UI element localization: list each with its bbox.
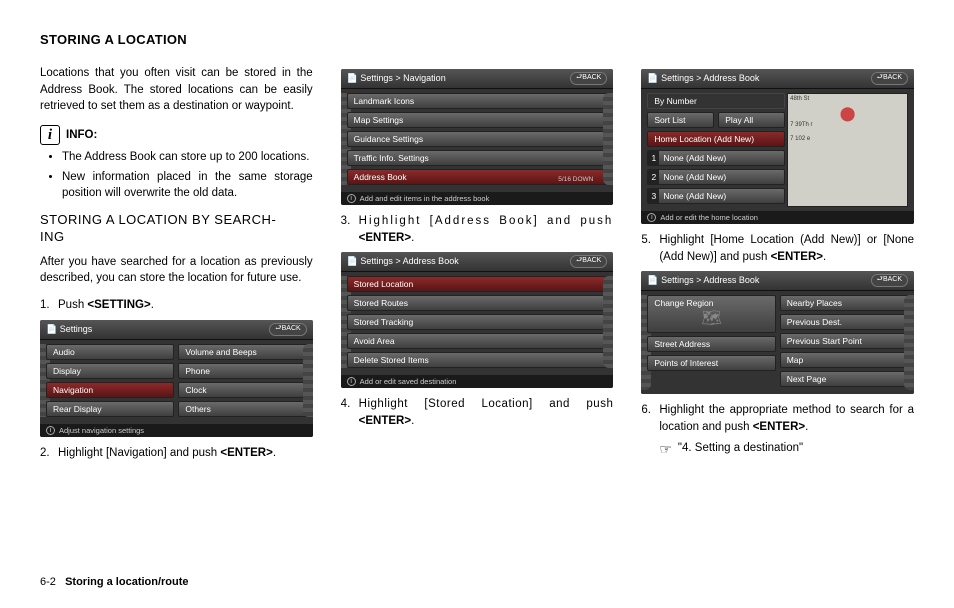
step-number: 1.	[40, 297, 58, 314]
info-icon: i	[347, 377, 356, 386]
screen-title: 📄 Settings	[46, 324, 92, 335]
cross-reference: ☞ "4. Setting a destination"	[659, 442, 914, 456]
screen-title: 📄 Settings > Navigation	[347, 73, 446, 84]
menu-item: Phone	[178, 363, 306, 379]
step-text: Highlight [Navigation] and push <ENTER>.	[58, 445, 313, 462]
screen-footer: iAdd or edit saved destination	[341, 375, 614, 388]
menu-item: Landmark Icons	[347, 93, 608, 109]
screen-footer: iAdjust navigation settings	[40, 424, 313, 437]
step-3: 3. Highlight [Address Book] and push <EN…	[341, 213, 614, 246]
screenshot-settings: 📄 Settings ⮐BACK AudioVolume and Beeps D…	[40, 320, 313, 437]
menu-item-selected: Home Location (Add New)	[647, 131, 785, 147]
menu-item: Next Page	[780, 371, 908, 387]
screenshot-address-book-search: 📄 Settings > Address Book ⮐BACK Change R…	[641, 271, 914, 394]
step-number: 6.	[641, 402, 659, 435]
sub-paragraph: After you have searched for a location a…	[40, 254, 313, 287]
xref-icon: ☞	[659, 442, 672, 456]
step-text: Highlight [Home Location (Add New)] or […	[659, 232, 914, 265]
content-columns: Locations that you often visit can be st…	[40, 65, 914, 468]
step-text: Highlight [Address Book] and push <ENTER…	[359, 213, 614, 246]
screenshot-address-book: 📄 Settings > Address Book ⮐BACK Stored L…	[341, 252, 614, 388]
map-preview: 48th St ⬤ 7 39Th r 7 102 e	[787, 93, 908, 207]
step-number: 3.	[341, 213, 359, 246]
menu-item: Clock	[178, 382, 306, 398]
info-bullet: The Address Book can store up to 200 loc…	[62, 149, 313, 166]
column-1: Locations that you often visit can be st…	[40, 65, 313, 468]
step-number: 4.	[341, 396, 359, 429]
menu-item: None (Add New)	[647, 188, 785, 204]
info-icon: i	[347, 194, 356, 203]
step-6: 6. Highlight the appropriate method to s…	[641, 402, 914, 435]
back-button: ⮐BACK	[570, 255, 607, 268]
page-title: STORING A LOCATION	[40, 32, 914, 47]
play-button: Play All	[718, 112, 785, 128]
info-icon: i	[647, 213, 656, 222]
menu-item: Nearby Places	[780, 295, 908, 311]
menu-item: Previous Start Point	[780, 333, 908, 349]
menu-item: None (Add New)	[647, 169, 785, 185]
menu-item: Avoid Area	[347, 333, 608, 349]
back-button: ⮐BACK	[570, 72, 607, 85]
menu-item-selected: Stored Location	[347, 276, 608, 292]
info-icon: i	[46, 426, 55, 435]
menu-item: Delete Stored Items	[347, 352, 608, 368]
menu-item: Previous Dest.	[780, 314, 908, 330]
subheading: STORING A LOCATION BY SEARCH-ING	[40, 212, 313, 246]
pager: 5/16 DOWN	[558, 176, 593, 183]
info-label: INFO:	[66, 129, 97, 141]
menu-item: Traffic Info. Settings	[347, 150, 608, 166]
column-2: 📄 Settings > Navigation ⮐BACK Landmark I…	[341, 65, 614, 468]
step-2: 2. Highlight [Navigation] and push <ENTE…	[40, 445, 313, 462]
screenshot-navigation: 📄 Settings > Navigation ⮐BACK Landmark I…	[341, 69, 614, 205]
menu-item: Change Region🗺	[647, 295, 775, 333]
step-text: Highlight the appropriate method to sear…	[659, 402, 914, 435]
menu-item: Rear Display	[46, 401, 174, 417]
step-text: Highlight [Stored Location] and push <EN…	[359, 396, 614, 429]
menu-item: Points of Interest	[647, 355, 775, 371]
step-4: 4. Highlight [Stored Location] and push …	[341, 396, 614, 429]
column-3: 📄 Settings > Address Book ⮐BACK By Numbe…	[641, 65, 914, 468]
screen-title: 📄 Settings > Address Book	[647, 73, 759, 84]
menu-item: Stored Routes	[347, 295, 608, 311]
screen-title: 📄 Settings > Address Book	[347, 256, 459, 267]
xref-text: "4. Setting a destination"	[678, 442, 803, 456]
menu-item-selected: Navigation	[46, 382, 174, 398]
menu-item: Map Settings	[347, 112, 608, 128]
back-button: ⮐BACK	[269, 323, 306, 336]
info-icon: i	[40, 125, 60, 145]
info-header: i INFO:	[40, 125, 313, 145]
menu-item: Guidance Settings	[347, 131, 608, 147]
info-bullet: New information placed in the same stora…	[62, 169, 313, 202]
menu-item: Street Address	[647, 336, 775, 352]
menu-item: None (Add New)	[647, 150, 785, 166]
step-5: 5. Highlight [Home Location (Add New)] o…	[641, 232, 914, 265]
back-button: ⮐BACK	[871, 72, 908, 85]
step-1: 1. Push <SETTING>.	[40, 297, 313, 314]
screen-footer: iAdd or edit the home location	[641, 211, 914, 224]
info-bullets: The Address Book can store up to 200 loc…	[40, 149, 313, 202]
screen-footer: iAdd and edit items in the address book	[341, 192, 614, 205]
menu-item: Others	[178, 401, 306, 417]
screen-title: 📄 Settings > Address Book	[647, 275, 759, 286]
step-text: Push <SETTING>.	[58, 297, 313, 314]
menu-header: By Number	[647, 93, 785, 109]
screenshot-address-book-map: 📄 Settings > Address Book ⮐BACK By Numbe…	[641, 69, 914, 224]
menu-item: Display	[46, 363, 174, 379]
menu-item: Stored Tracking	[347, 314, 608, 330]
menu-item: Volume and Beeps	[178, 344, 306, 360]
step-number: 5.	[641, 232, 659, 265]
back-button: ⮐BACK	[871, 274, 908, 287]
menu-item: Audio	[46, 344, 174, 360]
intro-paragraph: Locations that you often visit can be st…	[40, 65, 313, 115]
sort-button: Sort List	[647, 112, 714, 128]
menu-item: Map	[780, 352, 908, 368]
step-number: 2.	[40, 445, 58, 462]
page-footer: 6-2 Storing a location/route	[40, 576, 189, 588]
